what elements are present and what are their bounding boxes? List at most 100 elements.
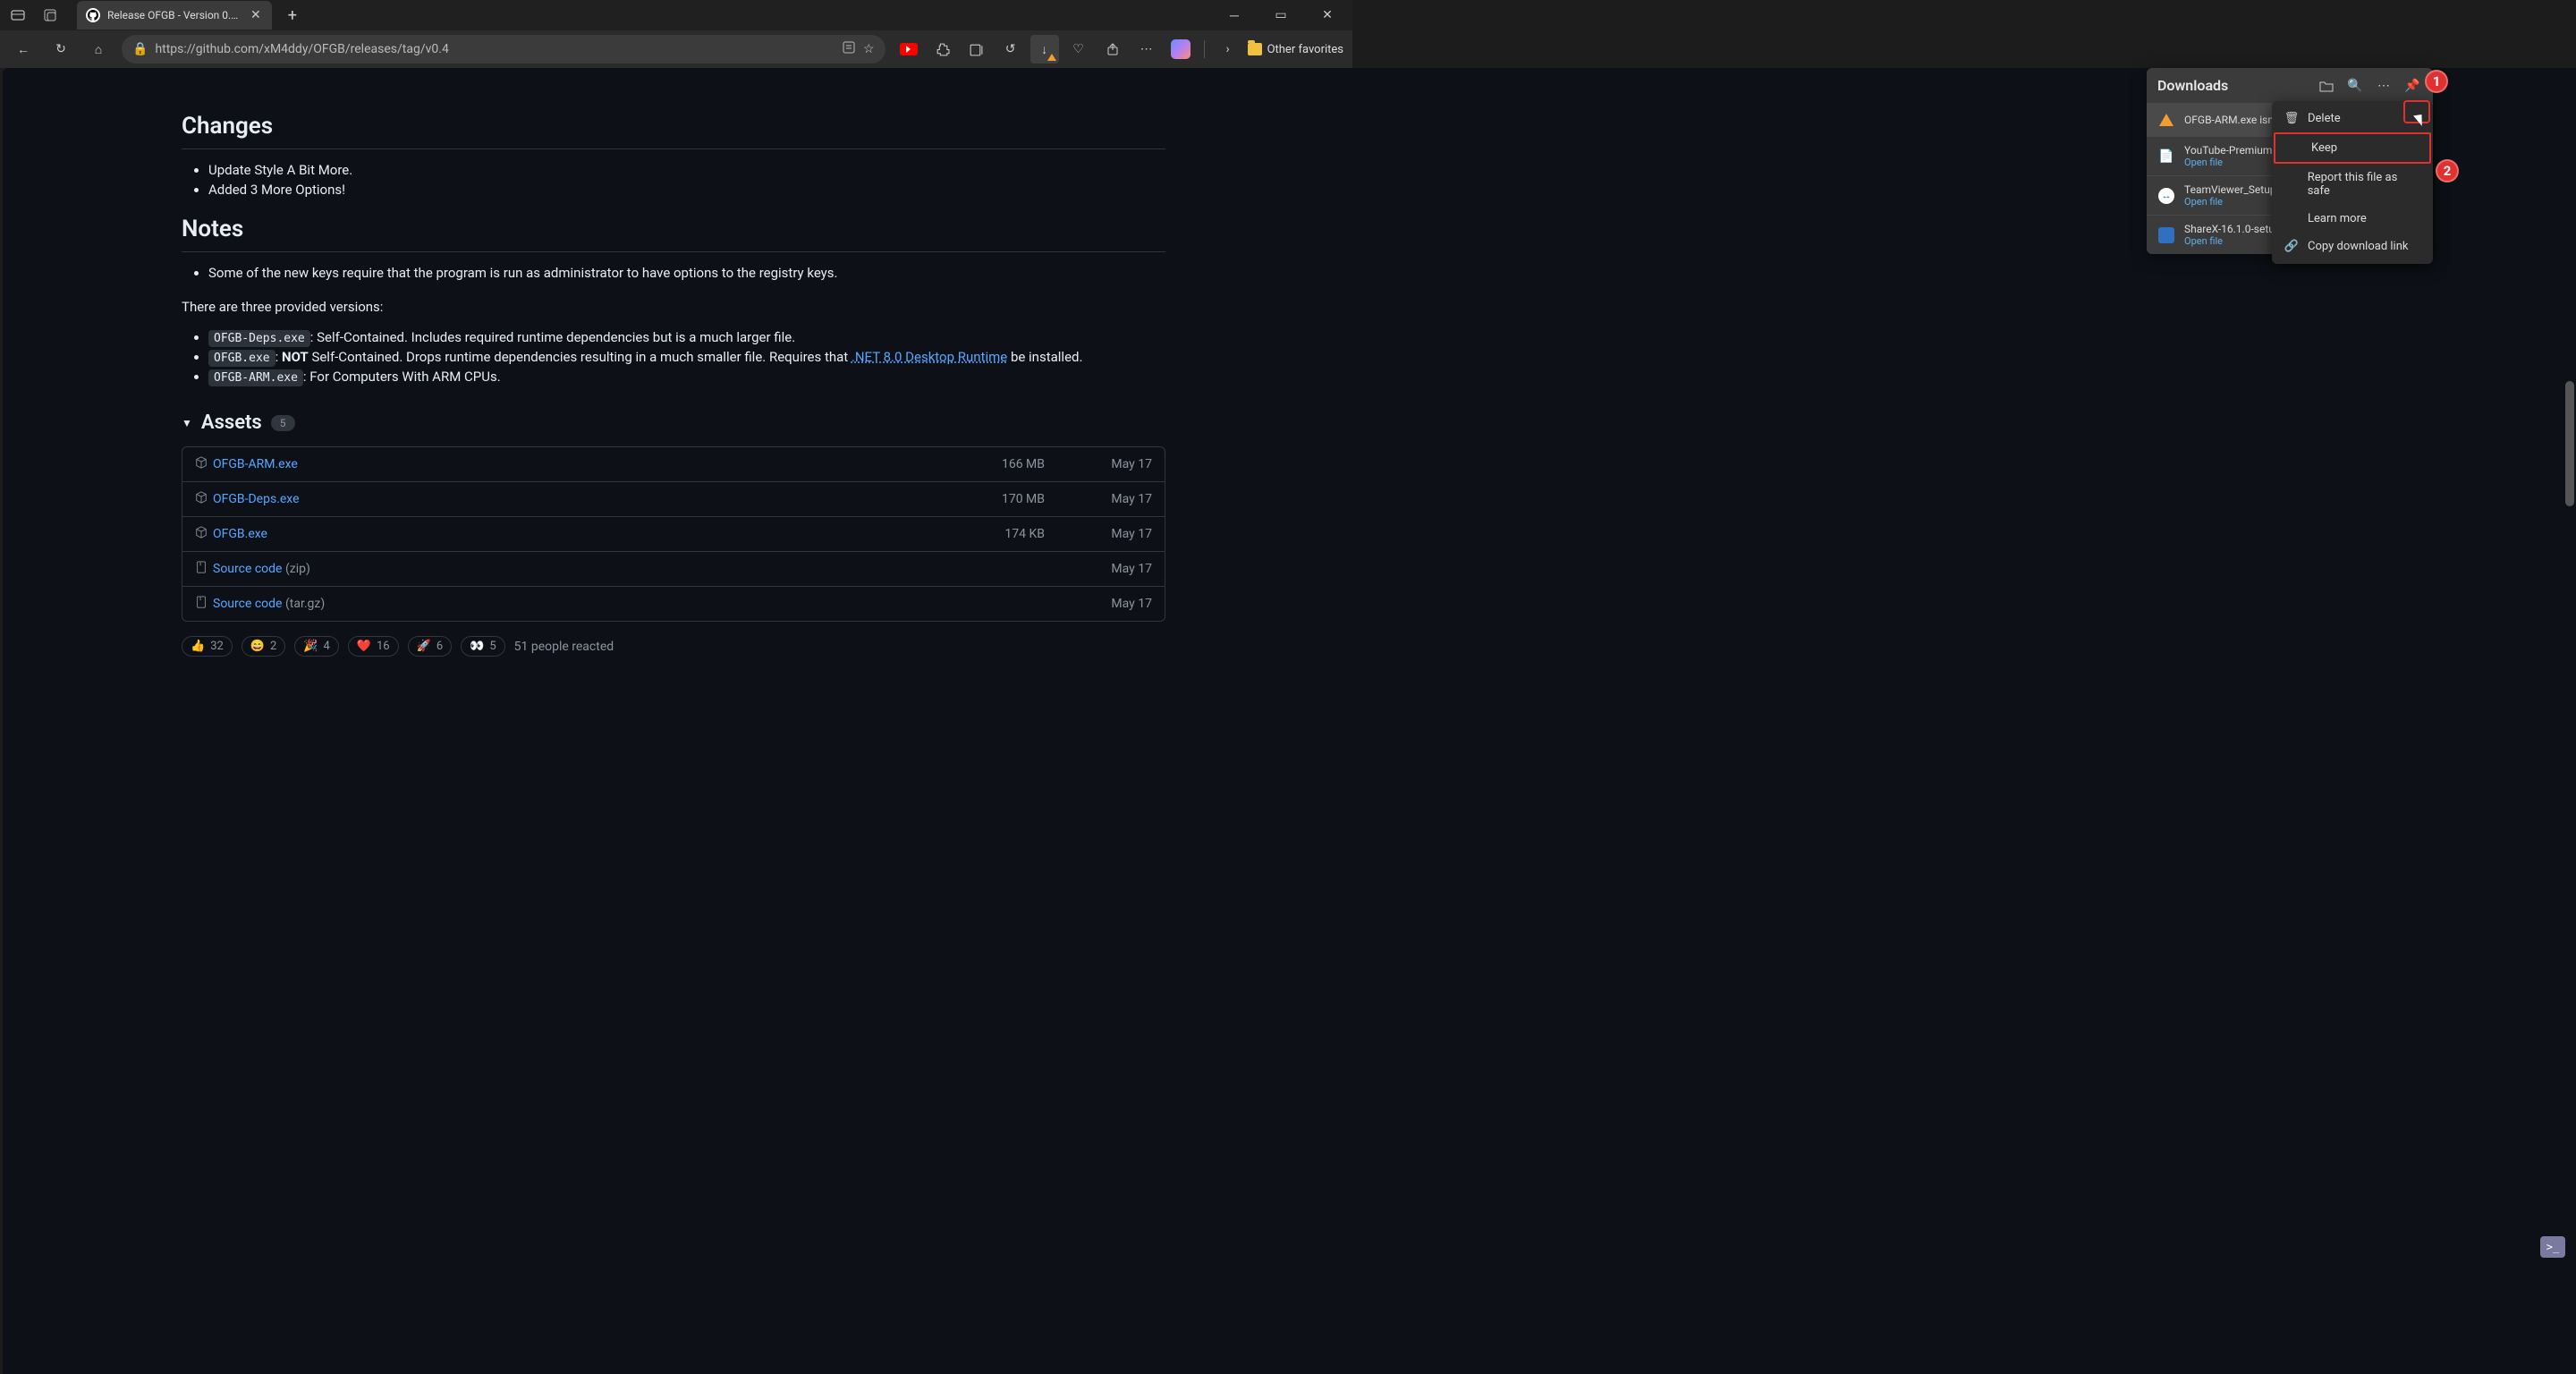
share-icon[interactable] <box>1098 35 1127 64</box>
asset-row: Source code (tar.gz) May 17 <box>182 587 1165 621</box>
change-item: Update Style A Bit More. <box>208 162 1165 178</box>
copilot-icon[interactable] <box>1166 35 1195 64</box>
address-bar[interactable]: 🔒 https://github.com/xM4ddy/OFGB/release… <box>122 35 886 64</box>
asset-date: May 17 <box>1045 597 1152 611</box>
asset-date: May 17 <box>1045 492 1152 506</box>
asset-type-icon <box>195 561 208 577</box>
back-button[interactable]: ← <box>9 35 38 64</box>
version-item: OFGB.exe: NOT Self-Contained. Drops runt… <box>208 349 1165 365</box>
minimize-button[interactable]: ─ <box>1215 2 1254 29</box>
changes-heading: Changes <box>182 113 1165 149</box>
asset-type-icon <box>195 526 208 542</box>
trash-icon: 🗑 <box>2284 112 2299 125</box>
asset-size: 174 KB <box>937 527 1045 541</box>
tab-title: Release OFGB - Version 0.4 · xM4… <box>107 9 242 21</box>
reaction-pill[interactable]: ❤️16 <box>348 636 399 657</box>
reaction-pill[interactable]: 😄2 <box>242 636 286 657</box>
devtools-icon[interactable]: >_ <box>2540 1236 2565 1258</box>
code-inline: OFGB-ARM.exe <box>208 369 303 386</box>
asset-row: OFGB-ARM.exe 166 MB May 17 <box>182 447 1165 482</box>
download-context-menu: 🗑 Delete Keep Report this file as safe L… <box>2272 101 2433 264</box>
assets-header[interactable]: ▼ Assets 5 <box>182 411 1165 434</box>
note-item: Some of the new keys require that the pr… <box>208 265 1165 281</box>
warning-icon <box>2157 111 2175 129</box>
annotation-badge-2: 2 <box>2436 159 2459 182</box>
version-item: OFGB-ARM.exe: For Computers With ARM CPU… <box>208 369 1165 385</box>
ctx-report-safe[interactable]: Report this file as safe <box>2272 164 2433 205</box>
file-icon: ↔ <box>2157 187 2175 205</box>
close-tab-icon[interactable]: ✕ <box>249 6 263 24</box>
lock-icon: 🔒 <box>132 42 148 56</box>
asset-link[interactable]: OFGB-ARM.exe <box>213 457 298 471</box>
asset-size: 170 MB <box>937 492 1045 506</box>
more-menu-icon[interactable]: ⋯ <box>1132 35 1161 64</box>
other-favorites-folder[interactable]: Other favorites <box>1248 43 1343 56</box>
asset-type-icon <box>195 456 208 472</box>
close-window-button[interactable]: ✕ <box>1308 2 1347 29</box>
scroll-thumb[interactable] <box>2565 381 2574 506</box>
search-icon[interactable]: 🔍 <box>2345 79 2365 93</box>
caret-down-icon: ▼ <box>182 417 192 429</box>
asset-link[interactable]: Source code (zip) <box>213 562 310 576</box>
code-inline: OFGB.exe <box>208 350 275 367</box>
folder-icon <box>1248 43 1262 55</box>
navbar: ← ↻ ⌂ 🔒 https://github.com/xM4ddy/OFGB/r… <box>0 30 1352 68</box>
reader-icon[interactable] <box>842 40 856 58</box>
reacted-text: 51 people reacted <box>514 640 614 654</box>
extensions-icon[interactable] <box>928 35 957 64</box>
titlebar: Release OFGB - Version 0.4 · xM4… ✕ + ─ … <box>0 0 1352 30</box>
reaction-pill[interactable]: 👀5 <box>461 636 505 657</box>
asset-row: OFGB-Deps.exe 170 MB May 17 <box>182 482 1165 517</box>
page-content: Changes Update Style A Bit More. Added 3… <box>3 68 2576 1374</box>
collections-icon[interactable] <box>962 35 991 64</box>
maximize-button[interactable]: ▭ <box>1261 2 1301 29</box>
asset-row: OFGB.exe 174 KB May 17 <box>182 517 1165 552</box>
reactions-bar: 👍32 😄2 🎉4 ❤️16 🚀6 👀5 51 people reacted <box>182 636 1165 657</box>
link-icon: 🔗 <box>2284 240 2299 253</box>
change-item: Added 3 More Options! <box>208 182 1165 198</box>
code-inline: OFGB-Deps.exe <box>208 330 310 347</box>
refresh-button[interactable]: ↻ <box>47 35 75 64</box>
dotnet-link[interactable]: .NET 8.0 Desktop Runtime <box>852 349 1007 365</box>
scrollbar[interactable] <box>2565 68 2574 1374</box>
reaction-pill[interactable]: 👍32 <box>182 636 233 657</box>
other-favorites-label: Other favorites <box>1267 43 1343 56</box>
assets-label: Assets <box>201 411 262 434</box>
youtube-ext-icon[interactable] <box>894 35 923 64</box>
assets-table: OFGB-ARM.exe 166 MB May 17 OFGB-Deps.exe… <box>182 446 1165 622</box>
file-icon: 📄 <box>2157 148 2175 165</box>
reaction-pill[interactable]: 🎉4 <box>294 636 339 657</box>
annotation-badge-1: 1 <box>2425 70 2448 93</box>
ctx-delete[interactable]: 🗑 Delete <box>2272 105 2433 132</box>
open-folder-icon[interactable] <box>2317 80 2336 92</box>
downloads-button[interactable]: ↓ <box>1030 35 1059 64</box>
ctx-copy-link[interactable]: 🔗 Copy download link <box>2272 233 2433 260</box>
github-favicon-icon <box>86 8 100 22</box>
more-icon[interactable]: ⋯ <box>2374 79 2394 93</box>
assets-count: 5 <box>271 415 295 431</box>
reaction-pill[interactable]: 🚀6 <box>408 636 453 657</box>
browser-tab[interactable]: Release OFGB - Version 0.4 · xM4… ✕ <box>77 1 272 30</box>
url-text: https://github.com/xM4ddy/OFGB/releases/… <box>155 42 835 56</box>
asset-type-icon <box>195 596 208 612</box>
history-icon[interactable]: ↺ <box>996 35 1025 64</box>
home-button[interactable]: ⌂ <box>84 35 113 64</box>
asset-link[interactable]: OFGB.exe <box>213 527 267 541</box>
asset-link[interactable]: OFGB-Deps.exe <box>213 492 300 506</box>
performance-icon[interactable]: ♡ <box>1064 35 1093 64</box>
versions-intro: There are three provided versions: <box>182 299 1165 315</box>
ctx-keep[interactable]: Keep <box>2274 132 2431 164</box>
asset-link[interactable]: Source code (tar.gz) <box>213 597 325 611</box>
favorites-expand-icon[interactable]: › <box>1214 35 1242 64</box>
asset-size: 166 MB <box>937 457 1045 471</box>
ctx-learn-more[interactable]: Learn more <box>2272 205 2433 233</box>
downloads-title: Downloads <box>2157 77 2308 94</box>
favorite-star-icon[interactable]: ☆ <box>863 42 875 56</box>
profile-icon[interactable] <box>5 3 30 28</box>
asset-date: May 17 <box>1045 457 1152 471</box>
workspaces-icon[interactable] <box>38 3 63 28</box>
asset-row: Source code (zip) May 17 <box>182 552 1165 587</box>
asset-type-icon <box>195 491 208 507</box>
pin-icon[interactable]: 📌 <box>2402 79 2422 93</box>
new-tab-button[interactable]: + <box>288 6 297 25</box>
